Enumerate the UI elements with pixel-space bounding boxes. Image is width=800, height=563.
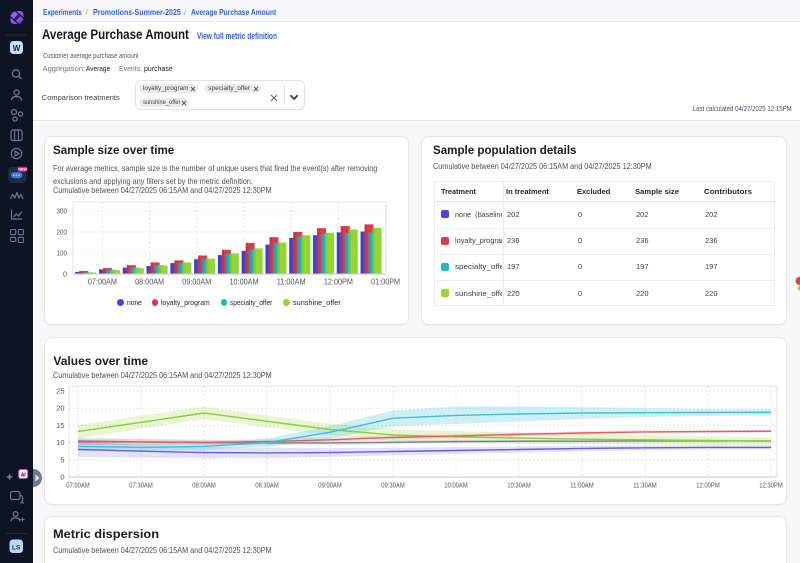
svg-text:W: W [13,44,21,53]
svg-text:NEW: NEW [18,168,27,172]
svg-text:AI: AI [21,473,27,479]
svg-text:LS: LS [12,545,21,552]
